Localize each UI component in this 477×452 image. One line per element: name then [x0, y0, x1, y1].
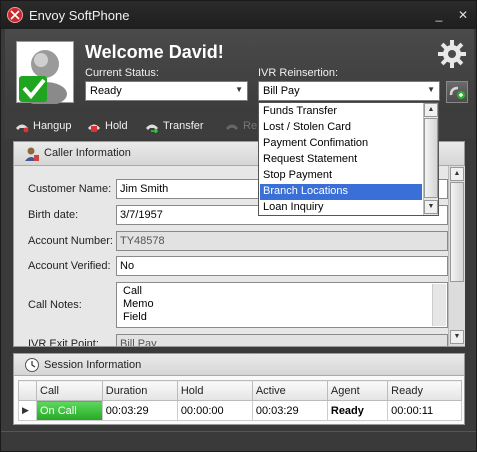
column-header-call[interactable]: Call — [36, 380, 103, 401]
hangup-icon — [16, 124, 29, 132]
ivr-option[interactable]: Loan Inquiry — [260, 200, 422, 216]
current-status-label: Current Status: — [85, 67, 159, 79]
notes-scrollbar[interactable] — [432, 284, 446, 326]
hangup-button[interactable]: Hangup — [15, 118, 72, 134]
ivr-option-highlighted[interactable]: Branch Locations — [260, 184, 422, 200]
hangup-label: Hangup — [33, 120, 72, 132]
hold-icon — [88, 124, 100, 132]
row-marker-icon: ▶ — [18, 400, 37, 421]
table-row[interactable]: ▶ On Call 00:03:29 00:00:00 00:03:29 Rea… — [18, 400, 462, 421]
customer-name-label: Customer Name: — [28, 183, 112, 195]
column-header-duration[interactable]: Duration — [101, 380, 178, 401]
account-number-label: Account Number: — [28, 235, 113, 247]
toolbar-overflow-button[interactable]: Re — [225, 118, 257, 134]
softphone-window: Envoy SoftPhone _ ✕ Welcome David! Curre… — [0, 0, 477, 452]
call-notes-textarea[interactable]: Call Memo Field — [116, 282, 448, 328]
session-table: Call Duration Hold Active Agent Ready ▶ … — [18, 380, 462, 421]
window-title: Envoy SoftPhone — [29, 8, 130, 23]
scroll-down-icon[interactable]: ▼ — [450, 330, 464, 344]
gear-icon[interactable] — [437, 39, 467, 69]
ivr-option[interactable]: Stop Payment — [260, 168, 422, 184]
chevron-down-icon: ▼ — [427, 85, 435, 94]
account-verified-label: Account Verified: — [28, 260, 111, 272]
agent-header: Welcome David! Current Status: Ready ▼ I… — [5, 29, 474, 113]
account-number-field[interactable]: TY48578 — [116, 231, 448, 251]
caller-icon — [25, 147, 39, 161]
transfer-label: Transfer — [163, 120, 204, 132]
hold-button[interactable]: Hold — [87, 118, 128, 134]
active-cell: 00:03:29 — [251, 400, 328, 421]
ivr-select-value: Bill Pay — [263, 85, 300, 97]
session-panel-title: Session Information — [44, 359, 142, 371]
session-panel-header[interactable]: Session Information — [14, 354, 464, 376]
caller-panel-title: Caller Information — [44, 147, 131, 159]
session-information-panel: Session Information Call Duration Hold A… — [13, 353, 465, 425]
hold-label: Hold — [105, 120, 128, 132]
hold-cell: 00:00:00 — [176, 400, 253, 421]
scroll-up-icon[interactable]: ▲ — [450, 167, 464, 181]
column-header-active[interactable]: Active — [251, 380, 328, 401]
ready-cell: 00:00:11 — [387, 400, 462, 421]
transfer-icon — [146, 124, 159, 133]
birth-date-label: Birth date: — [28, 209, 79, 221]
status-select[interactable]: Ready ▼ — [85, 81, 248, 101]
transfer-button[interactable]: Transfer — [145, 118, 204, 134]
ivr-option[interactable]: Lost / Stolen Card — [260, 120, 422, 136]
scrollbar-thumb[interactable] — [450, 182, 464, 282]
avatar — [16, 41, 74, 106]
call-notes-line: Call — [123, 285, 142, 297]
toolbar-overflow-label: Re — [243, 120, 258, 132]
ivr-transfer-button[interactable] — [446, 81, 468, 103]
phone-arrow-icon — [449, 86, 465, 99]
account-verified-field[interactable]: No — [116, 256, 448, 276]
column-header-agent[interactable]: Agent — [326, 380, 389, 401]
column-header-ready[interactable]: Ready — [387, 380, 462, 401]
ivr-exit-point-label: IVR Exit Point: — [28, 338, 99, 346]
title-bar[interactable]: Envoy SoftPhone _ ✕ — [1, 1, 476, 29]
minimize-button[interactable]: _ — [431, 7, 447, 23]
duration-cell: 00:03:29 — [101, 400, 178, 421]
column-header-hold[interactable]: Hold — [176, 380, 253, 401]
scroll-down-icon[interactable]: ▼ — [424, 200, 438, 214]
ivr-exit-point-field[interactable]: Bill Pay — [116, 334, 448, 346]
ivr-reinsertion-select[interactable]: Bill Pay ▼ — [258, 81, 440, 101]
ivr-reinsertion-label: IVR Reinsertion: — [258, 67, 339, 79]
status-select-value: Ready — [90, 85, 122, 97]
caller-panel-scrollbar[interactable]: ▲ ▼ — [448, 166, 465, 346]
status-bar — [1, 431, 476, 451]
scroll-up-icon[interactable]: ▲ — [424, 103, 438, 117]
chevron-down-icon: ▼ — [235, 85, 243, 94]
call-status-cell: On Call — [36, 400, 103, 421]
call-notes-label: Call Notes: — [28, 299, 82, 311]
phone-icon — [226, 124, 238, 130]
ivr-option[interactable]: Payment Confimation — [260, 136, 422, 152]
welcome-heading: Welcome David! — [85, 42, 224, 62]
ivr-dropdown-list[interactable]: Funds Transfer Lost / Stolen Card Paymen… — [258, 102, 439, 216]
ivr-option[interactable]: Request Statement — [260, 152, 422, 168]
agent-cell: Ready — [326, 400, 389, 421]
row-marker-header — [18, 380, 37, 401]
close-button[interactable]: ✕ — [455, 7, 471, 23]
session-table-header: Call Duration Hold Active Agent Ready — [18, 380, 462, 401]
dropdown-scroll-thumb[interactable] — [424, 118, 438, 198]
call-notes-line: Memo — [123, 298, 154, 310]
ivr-option[interactable]: Funds Transfer — [260, 104, 422, 120]
app-logo-icon — [7, 7, 23, 23]
dropdown-scrollbar[interactable]: ▲ ▼ — [423, 103, 438, 215]
clock-icon — [25, 358, 39, 372]
call-notes-line: Field — [123, 311, 147, 323]
